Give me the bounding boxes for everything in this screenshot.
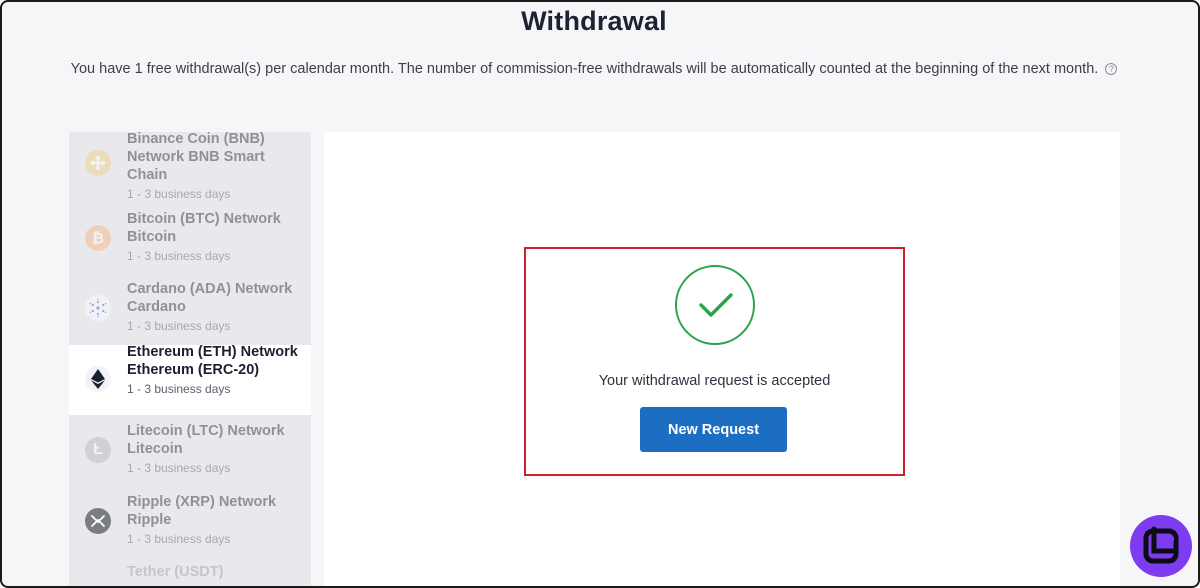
new-request-button[interactable]: New Request: [640, 407, 787, 452]
method-name: Litecoin (LTC) Network Litecoin: [127, 423, 285, 457]
bnb-icon: [85, 150, 111, 176]
method-item-tether[interactable]: Tether (USDT): [69, 563, 311, 586]
bitcoin-icon: ₿: [85, 225, 111, 251]
litecoin-icon: Ł: [85, 437, 111, 463]
method-item-ripple[interactable]: Ripple (XRP) Network Ripple 1 - 3 busine…: [69, 493, 311, 555]
success-message: Your withdrawal request is accepted: [598, 373, 831, 389]
page-title: Withdrawal: [521, 6, 667, 36]
method-name: Ripple (XRP) Network Ripple: [127, 494, 277, 528]
method-processing-time: 1 - 3 business days: [127, 249, 231, 263]
brand-logo-icon: [1130, 515, 1192, 577]
withdrawal-notice: You have 1 free withdrawal(s) per calend…: [68, 58, 1120, 80]
ethereum-icon: [85, 366, 111, 392]
success-check-icon: [675, 265, 755, 345]
method-item-ethereum[interactable]: Ethereum (ETH) Network Ethereum (ERC-20)…: [69, 344, 311, 415]
method-processing-time: 1 - 3 business days: [127, 319, 231, 333]
method-item-litecoin[interactable]: Ł Litecoin (LTC) Network Litecoin 1 - 3 …: [69, 422, 311, 484]
method-name: Bitcoin (BTC) Network Bitcoin: [127, 211, 281, 245]
method-processing-time: 1 - 3 business days: [127, 382, 231, 396]
method-processing-time: 1 - 3 business days: [127, 187, 231, 201]
notice-text: You have 1 free withdrawal(s) per calend…: [70, 61, 1099, 77]
cardano-icon: [85, 295, 111, 321]
method-item-bnb[interactable]: Binance Coin (BNB) Network BNB Smart Cha…: [69, 132, 311, 204]
ripple-icon: [85, 508, 111, 534]
method-name: Ethereum (ETH) Network Ethereum (ERC-20): [127, 344, 298, 378]
method-processing-time: 1 - 3 business days: [127, 461, 231, 475]
help-icon[interactable]: ?: [1105, 63, 1118, 76]
success-message-box: Your withdrawal request is accepted New …: [524, 247, 905, 476]
method-item-bitcoin[interactable]: ₿ Bitcoin (BTC) Network Bitcoin 1 - 3 bu…: [69, 210, 311, 272]
method-name: Tether (USDT): [127, 564, 224, 580]
method-item-cardano[interactable]: Cardano (ADA) Network Cardano 1 - 3 busi…: [69, 280, 311, 342]
method-name: Cardano (ADA) Network Cardano: [127, 281, 293, 315]
method-name: Binance Coin (BNB) Network BNB Smart Cha…: [127, 132, 265, 183]
method-processing-time: 1 - 3 business days: [127, 532, 231, 546]
payment-method-list: Binance Coin (BNB) Network BNB Smart Cha…: [69, 132, 311, 586]
